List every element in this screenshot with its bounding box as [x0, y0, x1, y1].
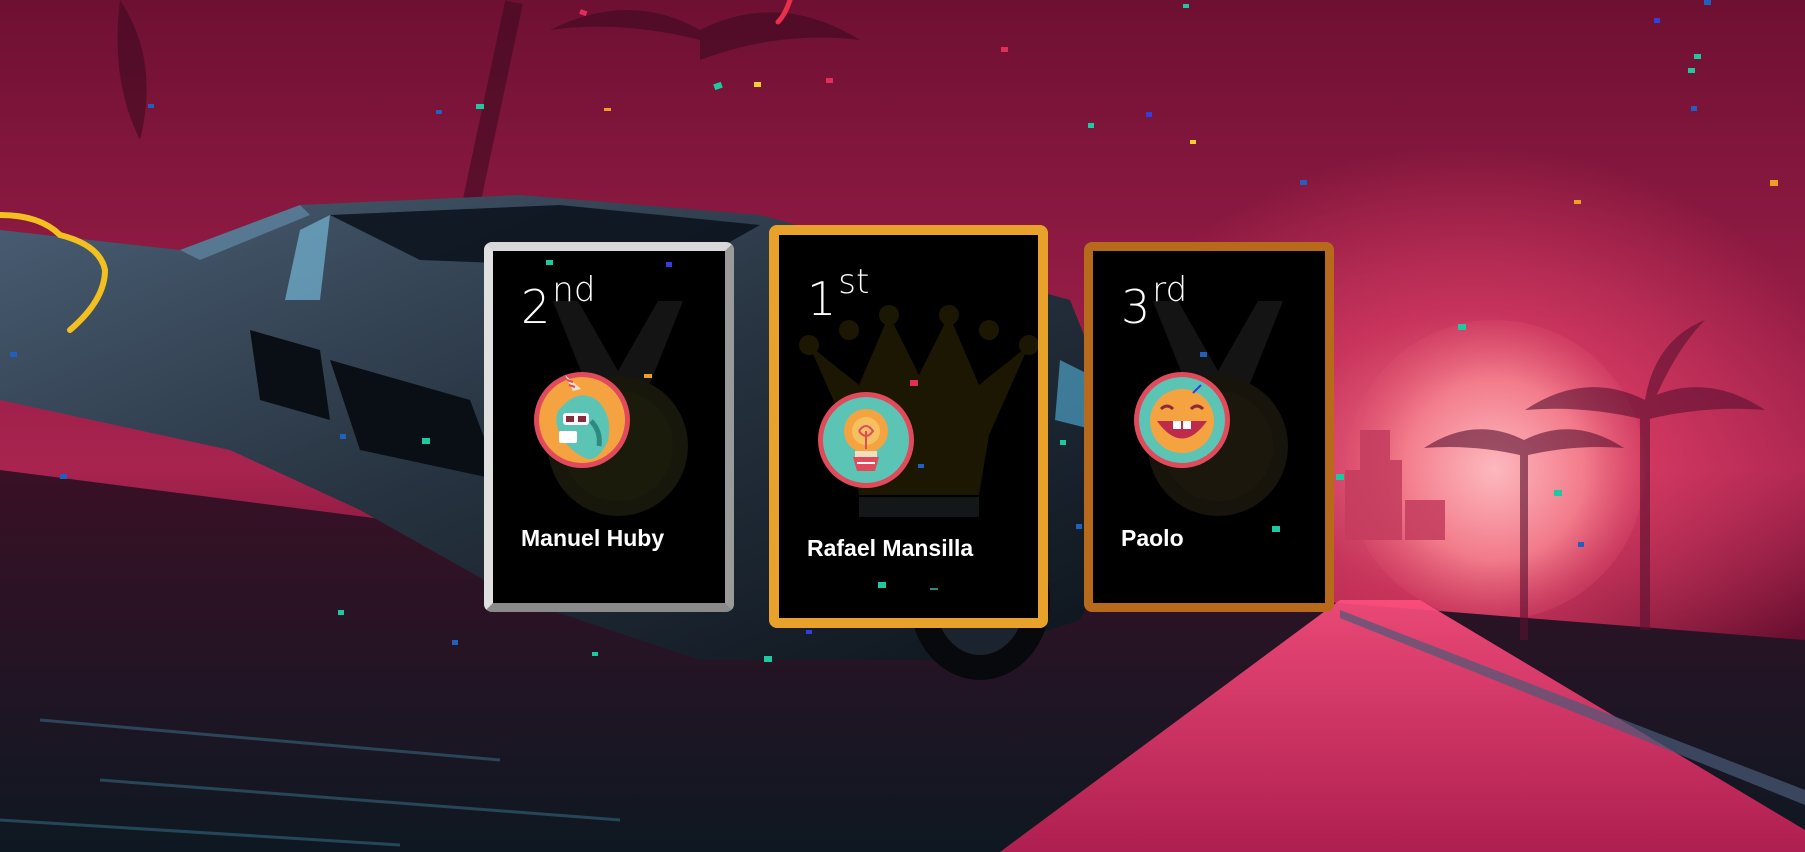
player-avatar — [1133, 371, 1231, 469]
player-name: Rafael Mansilla — [807, 535, 974, 561]
podium-card-first: 1st Rafael Mansilla — [769, 225, 1048, 628]
podium-card-third: 3rd Paolo — [1084, 242, 1334, 612]
rank-label: 3rd — [1121, 270, 1188, 334]
rank-label: 1st — [807, 262, 870, 326]
unicorn-icon — [534, 372, 630, 468]
player-name: Manuel Huby — [521, 525, 665, 551]
player-name: Paolo — [1121, 525, 1184, 551]
lightbulb-plant-icon — [818, 392, 914, 488]
rank-label: 2nd — [521, 270, 596, 334]
player-avatar — [533, 371, 631, 469]
podium-card-second: 2nd Manuel Huby — [484, 242, 734, 612]
player-avatar — [817, 391, 915, 489]
laughing-face-icon — [1134, 372, 1230, 468]
